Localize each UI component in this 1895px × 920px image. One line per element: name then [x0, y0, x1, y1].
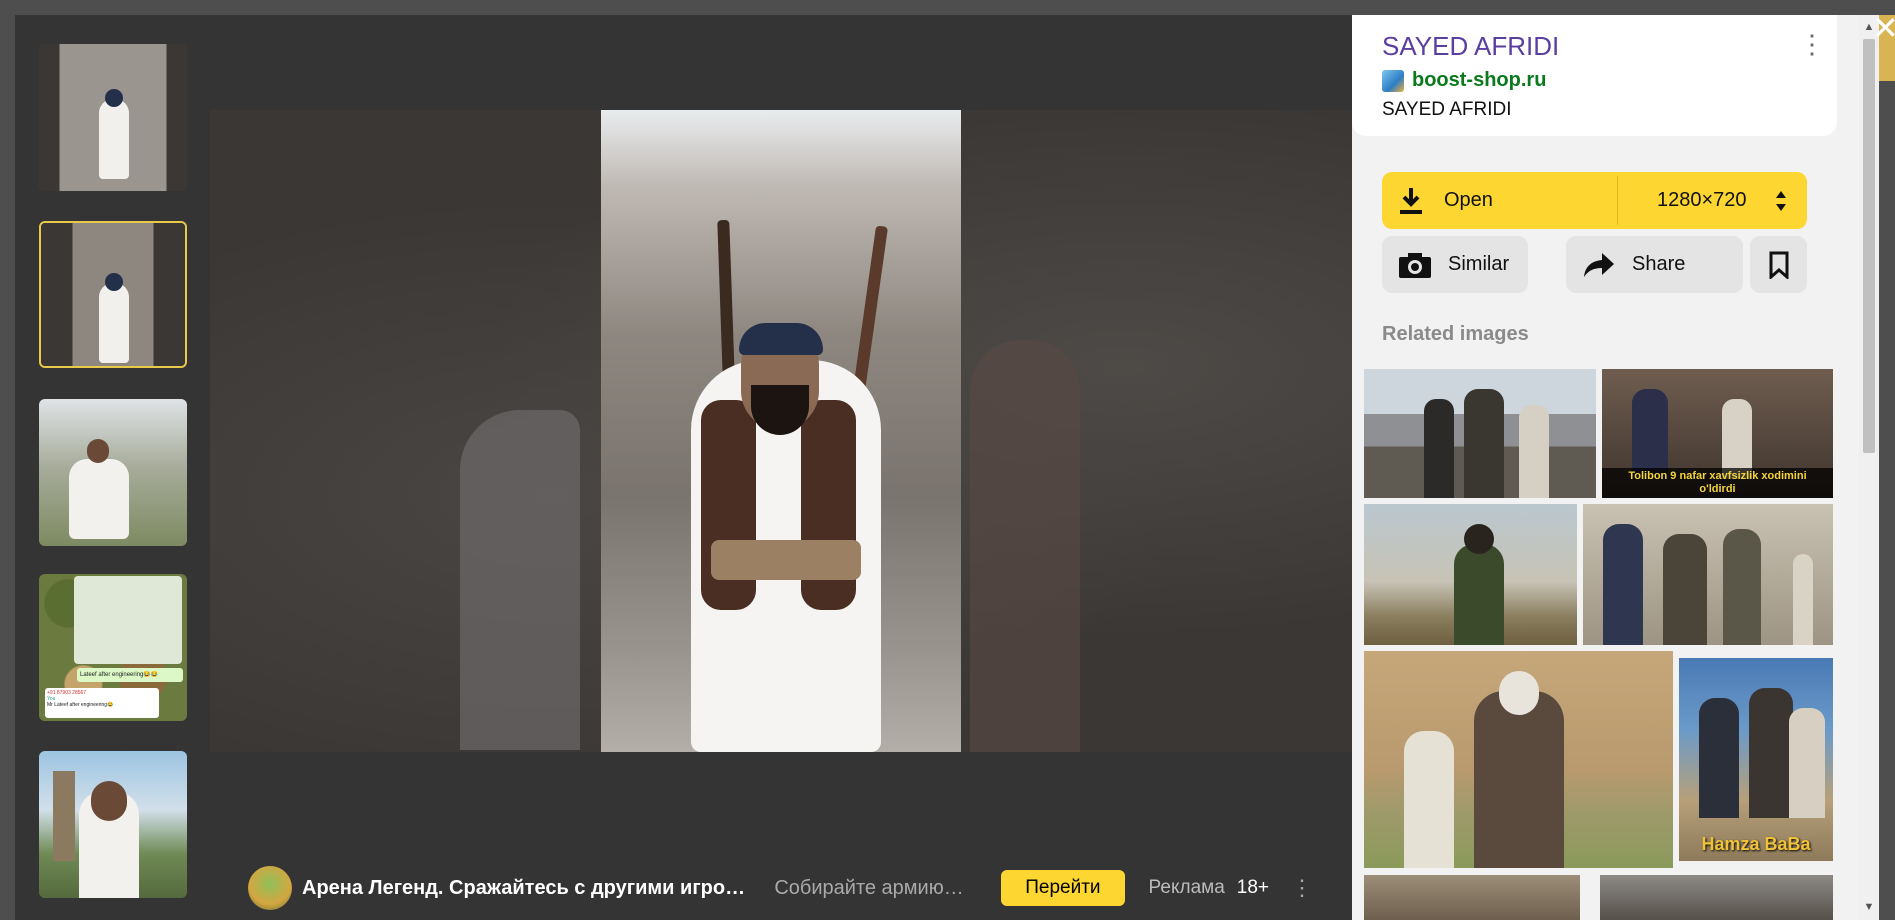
thumbnail-5[interactable] — [39, 751, 187, 898]
similar-button[interactable]: Similar — [1382, 236, 1528, 293]
ad-logo[interactable] — [248, 866, 292, 910]
source-domain-link[interactable]: boost-shop.ru — [1382, 69, 1546, 92]
age-rating-badge: 18+ — [1236, 877, 1269, 898]
open-button[interactable]: Open 1280×720 — [1382, 172, 1807, 229]
ad-go-button[interactable]: Перейти — [1001, 870, 1125, 906]
ad-bar: Арена Легенд. Сражайтесь с другими игрок… — [248, 866, 1313, 910]
bookmark-icon — [1769, 251, 1788, 279]
size-select[interactable]: 1280×720 — [1657, 189, 1747, 212]
image-subtitle: SAYED AFRIDI — [1382, 99, 1512, 120]
thumbnail-2[interactable] — [39, 221, 187, 368]
thumbnail-1[interactable] — [39, 44, 187, 191]
open-label: Open — [1444, 189, 1493, 211]
chat-quote: +91 87903 28567 You Mr Lateef after engi… — [45, 688, 159, 718]
main-image[interactable] — [210, 110, 1352, 752]
scroll-down-icon[interactable]: ▼ — [1863, 901, 1875, 913]
favicon-icon — [1382, 69, 1404, 92]
related-image-caption: Hamza BaBa — [1701, 834, 1811, 854]
related-image-6[interactable]: Hamza BaBa — [1679, 658, 1833, 861]
camera-icon — [1399, 252, 1431, 278]
scrollbar-thumb[interactable] — [1863, 39, 1875, 453]
related-image-3[interactable] — [1364, 504, 1577, 645]
more-options-icon[interactable]: ⋮ — [1799, 31, 1825, 57]
select-arrows-icon — [1776, 191, 1786, 211]
ad-title[interactable]: Арена Легенд. Сражайтесь с другими игрок… — [302, 877, 750, 900]
related-image-4[interactable] — [1583, 504, 1833, 645]
source-domain-label: boost-shop.ru — [1412, 69, 1547, 91]
share-button[interactable]: Share — [1566, 236, 1743, 293]
chat-bubble: Lateef after engineering😂😂 — [77, 668, 183, 682]
bookmark-button[interactable] — [1750, 236, 1807, 293]
share-label: Share — [1632, 253, 1686, 275]
image-title-link[interactable]: SAYED AFRIDI — [1382, 31, 1559, 62]
more-options-icon[interactable]: ⋮ — [1291, 875, 1313, 901]
related-image-caption: Tolibon 9 nafar xavfsizlik xodimini o'ld… — [1602, 468, 1833, 498]
close-icon[interactable]: ✕ — [1872, 8, 1895, 48]
related-image-7[interactable] — [1364, 875, 1580, 920]
related-images-title: Related images — [1382, 323, 1529, 345]
thumbnail-3[interactable] — [39, 399, 187, 546]
share-icon — [1584, 252, 1614, 277]
similar-label: Similar — [1448, 253, 1510, 275]
chat-text: Mr Lateef after engineering😂 — [47, 702, 114, 708]
panel-header: SAYED AFRIDI boost-shop.ru SAYED AFRIDI … — [1352, 15, 1837, 136]
panel-scrollbar[interactable]: ▲ ▼ — [1859, 15, 1879, 920]
related-image-1[interactable] — [1364, 369, 1596, 498]
related-image-5[interactable] — [1364, 651, 1673, 868]
related-image-2[interactable]: Tolibon 9 nafar xavfsizlik xodimini o'ld… — [1602, 369, 1833, 498]
thumbnail-4[interactable]: Lateef after engineering😂😂 +91 87903 285… — [39, 574, 187, 721]
photo-man-with-rifles — [601, 110, 961, 752]
related-image-8[interactable] — [1600, 875, 1833, 920]
ad-label: Реклама — [1148, 877, 1225, 898]
image-info-panel: SAYED AFRIDI boost-shop.ru SAYED AFRIDI … — [1352, 15, 1859, 920]
ad-description[interactable]: Собирайте армию героев — [774, 877, 969, 900]
download-icon — [1400, 187, 1422, 214]
